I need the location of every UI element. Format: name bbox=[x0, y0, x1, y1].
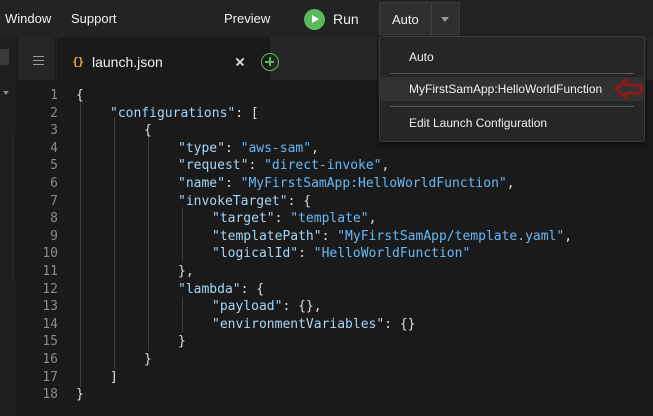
line-number: 18 bbox=[42, 387, 58, 403]
code-line[interactable]: 6 "name": "MyFirstSamApp:HelloWorldFuncti… bbox=[18, 175, 653, 193]
add-tab-icon[interactable] bbox=[261, 53, 279, 71]
code-line[interactable]: 16} bbox=[18, 351, 653, 369]
arrow-left-icon bbox=[614, 78, 643, 100]
code-text: "configurations": [ bbox=[110, 105, 259, 121]
line-number: 3 bbox=[50, 123, 58, 139]
line-number: 11 bbox=[42, 264, 58, 279]
line-number: 10 bbox=[42, 246, 58, 262]
preview-button[interactable]: Preview bbox=[224, 10, 270, 27]
panel-handle[interactable] bbox=[0, 49, 9, 65]
code-line[interactable]: 14 "environmentVariables": {} bbox=[18, 316, 653, 334]
code-line[interactable]: 13 "payload": {}, bbox=[18, 298, 653, 316]
line-number: 4 bbox=[50, 140, 58, 156]
code-line[interactable]: 17] bbox=[18, 369, 653, 387]
menubar: Window Support Preview Run Auto bbox=[0, 0, 653, 37]
code-text: "request": "direct-invoke", bbox=[178, 158, 390, 174]
dropdown-item-edit-launch-configuration[interactable]: Edit Launch Configuration bbox=[380, 111, 644, 135]
code-line[interactable]: 12 "lambda": { bbox=[18, 281, 653, 299]
code-text: "lambda": { bbox=[178, 281, 265, 297]
code-line[interactable]: 10 "logicalId": "HelloWorldFunction" bbox=[18, 245, 653, 263]
close-icon[interactable] bbox=[234, 55, 248, 69]
code-text: "logicalId": "HelloWorldFunction" bbox=[212, 246, 471, 262]
tab-label: launch.json bbox=[92, 54, 163, 70]
dropdown-item-auto[interactable]: Auto bbox=[380, 45, 644, 69]
code-text: }, bbox=[178, 264, 194, 279]
side-panel-edge bbox=[0, 37, 18, 416]
code-text: { bbox=[76, 88, 84, 103]
dropdown-item-label: MyFirstSamApp:HelloWorldFunction bbox=[409, 82, 603, 96]
chevron-down-icon[interactable] bbox=[431, 2, 460, 35]
code-text: } bbox=[144, 352, 152, 367]
menu-support[interactable]: Support bbox=[71, 10, 117, 27]
run-configuration-select[interactable]: Auto bbox=[379, 2, 431, 35]
code-line[interactable]: 15} bbox=[18, 333, 653, 351]
line-number: 15 bbox=[42, 334, 58, 350]
code-text: "environmentVariables": {} bbox=[212, 316, 416, 332]
dropdown-item-label: Edit Launch Configuration bbox=[409, 116, 548, 130]
line-number: 14 bbox=[42, 316, 58, 332]
run-button[interactable]: Run bbox=[304, 8, 359, 30]
line-number: 17 bbox=[42, 369, 58, 385]
tab-launch-json[interactable]: {} launch.json bbox=[57, 37, 270, 82]
code-text: "templatePath": "MyFirstSamApp/template.… bbox=[212, 228, 573, 244]
code-text: ] bbox=[110, 369, 118, 385]
line-number: 16 bbox=[42, 352, 58, 367]
divider bbox=[390, 73, 634, 74]
line-number: 8 bbox=[50, 211, 58, 227]
code-text: "type": "aws-sam", bbox=[178, 140, 319, 156]
dropdown-item-label: Auto bbox=[409, 50, 434, 64]
divider bbox=[12, 131, 13, 281]
code-line[interactable]: 5 "request": "direct-invoke", bbox=[18, 157, 653, 175]
code-line[interactable]: 9 "templatePath": "MyFirstSamApp/template… bbox=[18, 228, 653, 246]
code-text: "name": "MyFirstSamApp:HelloWorldFunctio… bbox=[178, 176, 515, 191]
configuration-dropdown: Auto MyFirstSamApp:HelloWorldFunction Ed… bbox=[379, 36, 645, 142]
run-label: Run bbox=[333, 11, 359, 27]
line-number: 13 bbox=[42, 299, 58, 315]
code-line[interactable]: 18} bbox=[18, 386, 653, 404]
code-text: "payload": {}, bbox=[212, 299, 322, 315]
menu-window[interactable]: Window bbox=[5, 10, 51, 27]
chevron-down-icon[interactable] bbox=[3, 91, 9, 95]
json-file-icon: {} bbox=[72, 55, 84, 68]
line-number: 5 bbox=[50, 158, 58, 174]
code-text: { bbox=[144, 123, 152, 139]
divider bbox=[390, 106, 634, 107]
line-number: 9 bbox=[50, 228, 58, 244]
line-number: 12 bbox=[42, 281, 58, 297]
code-line[interactable]: 7 "invokeTarget": { bbox=[18, 193, 653, 211]
code-text: } bbox=[76, 387, 84, 403]
code-text: } bbox=[178, 334, 186, 350]
line-number: 2 bbox=[50, 105, 58, 121]
menu-icon[interactable] bbox=[18, 37, 56, 81]
line-number: 7 bbox=[50, 193, 58, 209]
code-line[interactable]: 8 "target": "template", bbox=[18, 210, 653, 228]
code-line[interactable]: 4 "type": "aws-sam", bbox=[18, 140, 653, 158]
dropdown-item-hello-world-function[interactable]: MyFirstSamApp:HelloWorldFunction bbox=[380, 77, 644, 101]
code-line[interactable]: 11}, bbox=[18, 263, 653, 281]
line-number: 6 bbox=[50, 176, 58, 191]
play-icon bbox=[304, 8, 325, 30]
code-text: "target": "template", bbox=[212, 211, 377, 227]
code-text: "invokeTarget": { bbox=[178, 193, 312, 209]
line-number: 1 bbox=[50, 88, 58, 103]
